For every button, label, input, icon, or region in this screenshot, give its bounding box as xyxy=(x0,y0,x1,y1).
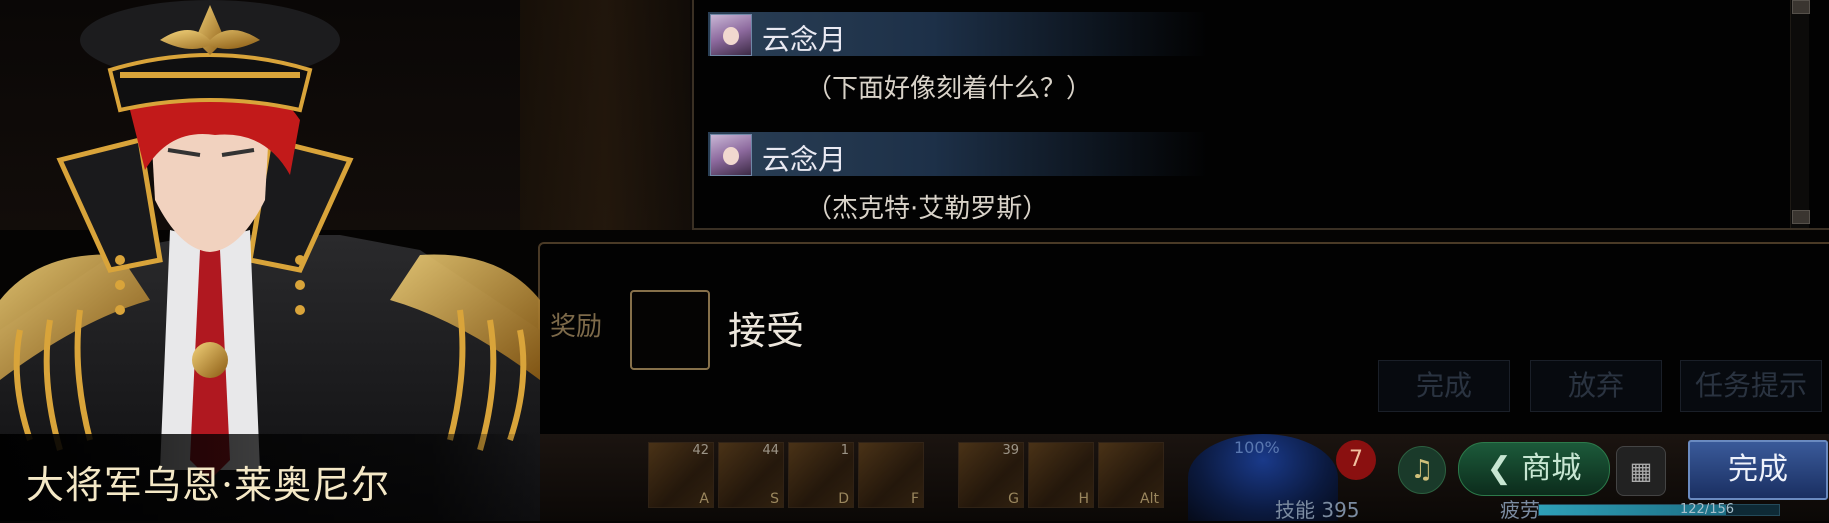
bell-icon[interactable]: ♫ xyxy=(1398,446,1446,494)
dialog-message: 云念月 （杰克特·艾勒罗斯） xyxy=(708,132,1228,232)
scroll-up-button[interactable] xyxy=(1792,0,1810,14)
speaker-avatar xyxy=(710,134,752,176)
skill-key: H xyxy=(1078,491,1089,507)
npc-name: 大将军乌恩·莱奥尼尔 xyxy=(26,463,391,507)
skill-points: 技能 395 xyxy=(1275,498,1360,522)
skill-slot[interactable]: H xyxy=(1028,442,1094,508)
speaker-name: 云念月 xyxy=(762,143,847,176)
skill-key: A xyxy=(699,491,709,507)
dialog-message: 云念月 （下面好像刻着什么？） xyxy=(708,12,1228,112)
quest-hint-button[interactable]: 任务提示 xyxy=(1680,360,1822,412)
skill-count: 1 xyxy=(840,443,849,458)
skill-count: 44 xyxy=(762,443,779,458)
alert-badge[interactable]: 7 xyxy=(1336,440,1376,480)
menu-grid-icon[interactable]: ▦ xyxy=(1616,446,1666,496)
quest-abandon-button[interactable]: 放弃 xyxy=(1530,360,1662,412)
skill-key: S xyxy=(770,491,779,507)
mall-button[interactable]: ❮ 商城 xyxy=(1458,442,1610,496)
dialog-scrollbar[interactable] xyxy=(1790,0,1810,228)
scroll-down-button[interactable] xyxy=(1792,210,1810,224)
orb-text: 100% xyxy=(1234,438,1280,457)
reward-panel: 奖励 接受 完成 放弃 任务提示 xyxy=(538,242,1829,436)
skill-key: Alt xyxy=(1140,491,1159,507)
background-decoration xyxy=(520,0,690,230)
message-text: （杰克特·艾勒罗斯） xyxy=(806,194,1049,224)
fatigue-bar xyxy=(1538,504,1780,516)
fatigue-value: 122/156 xyxy=(1680,502,1735,517)
message-text: （下面好像刻着什么？） xyxy=(806,74,1093,104)
complete-button[interactable]: 完成 xyxy=(1688,440,1828,500)
mall-label: 商城 xyxy=(1521,451,1582,486)
skill-slot[interactable]: 39 G xyxy=(958,442,1024,508)
fatigue-label: 疲劳 xyxy=(1500,498,1540,522)
skill-key: G xyxy=(1008,491,1019,507)
skill-slot[interactable]: 42 A xyxy=(648,442,714,508)
skill-slot[interactable]: 44 S xyxy=(718,442,784,508)
skill-slot[interactable]: 1 D xyxy=(788,442,854,508)
speaker-name: 云念月 xyxy=(762,23,847,56)
speaker-avatar xyxy=(710,14,752,56)
accept-text[interactable]: 接受 xyxy=(728,300,804,355)
skill-key: D xyxy=(838,491,849,507)
skill-count: 42 xyxy=(692,443,709,458)
skill-slot[interactable]: Alt xyxy=(1098,442,1164,508)
reward-item-slot[interactable] xyxy=(630,290,710,370)
skill-count: 39 xyxy=(1002,443,1019,458)
quest-complete-button[interactable]: 完成 xyxy=(1378,360,1510,412)
reward-label: 奖励 xyxy=(550,312,603,342)
skill-key: F xyxy=(910,491,919,507)
dialog-log-panel[interactable]: 云念月 （下面好像刻着什么？） 云念月 （杰克特·艾勒罗斯） xyxy=(692,0,1829,230)
skill-slot[interactable]: F xyxy=(858,442,924,508)
chevron-left-icon: ❮ xyxy=(1486,451,1522,486)
